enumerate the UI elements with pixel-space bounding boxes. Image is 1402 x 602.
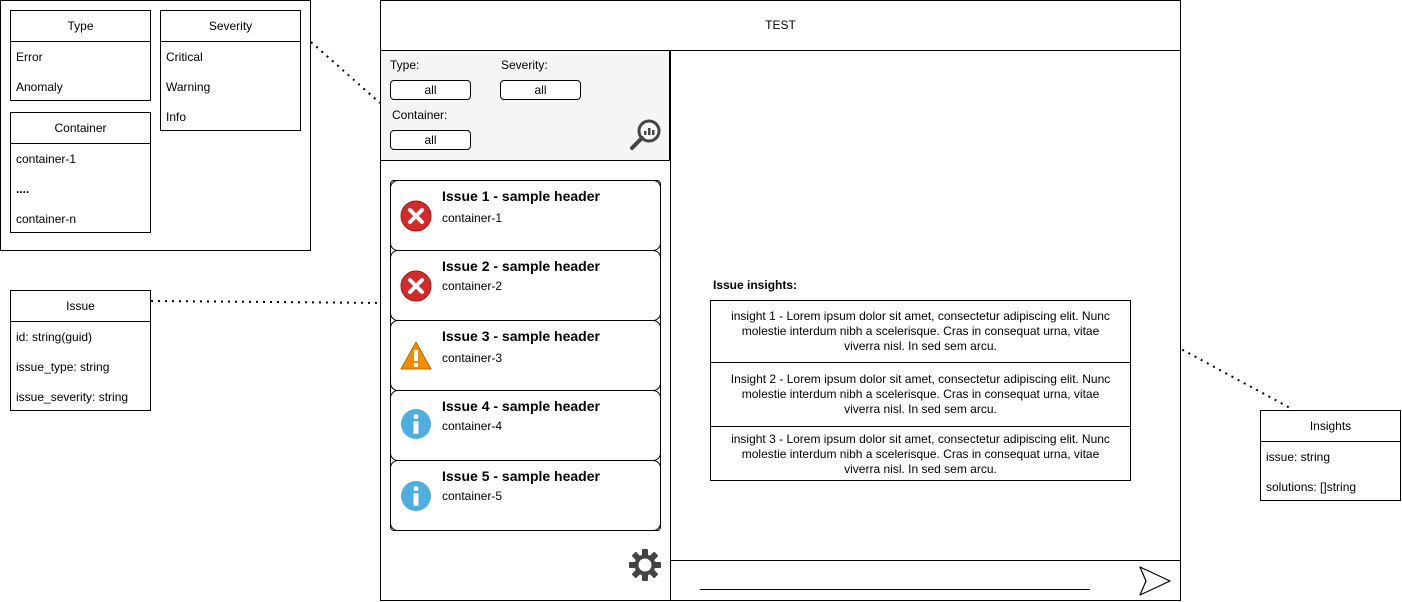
connector-filters	[310, 41, 381, 104]
insights-list: insight 1 - Lorem ipsum dolor sit amet, …	[710, 300, 1131, 481]
gear-icon[interactable]	[628, 548, 662, 582]
search-icon[interactable]	[628, 118, 662, 152]
issue-card[interactable]: Issue 1 - sample header container-1	[390, 180, 661, 251]
issue-title: Issue 2 - sample header	[442, 258, 600, 274]
connector-issue	[150, 300, 391, 304]
issue-card[interactable]: Issue 5 - sample header container-5	[390, 460, 661, 531]
insight-item: insight 3 - Lorem ipsum dolor sit amet, …	[731, 432, 1110, 476]
issue-container: container-5	[442, 489, 503, 503]
container-filter-label: Container:	[392, 108, 448, 122]
type-filter-select[interactable]: all	[390, 80, 471, 100]
chat-bar	[671, 560, 1181, 561]
issue-card[interactable]: Issue 4 - sample header container-4	[390, 390, 661, 461]
issue-card[interactable]: Issue 2 - sample header container-2	[390, 250, 661, 321]
issue-container: container-4	[442, 419, 503, 433]
issue-card[interactable]: Issue 3 - sample header container-3	[390, 320, 661, 391]
issue-container: container-1	[442, 211, 503, 225]
app-title: TEST	[765, 18, 796, 32]
issue-title: Issue 1 - sample header	[442, 188, 600, 204]
issue-container: container-2	[442, 279, 503, 293]
send-icon[interactable]	[1138, 565, 1172, 597]
app-title-bar: TEST	[380, 0, 1181, 51]
error-icon	[400, 200, 432, 232]
severity-filter-select[interactable]: all	[500, 80, 581, 100]
issue-title: Issue 5 - sample header	[442, 468, 600, 484]
warning-icon	[400, 341, 432, 370]
issue-container: container-3	[442, 351, 503, 365]
issue-title: Issue 3 - sample header	[442, 328, 600, 344]
severity-filter-label: Severity:	[501, 58, 548, 72]
filter-panel: Type: all Severity: all Container: all	[381, 51, 670, 161]
type-filter-label: Type:	[390, 58, 420, 72]
container-filter-select[interactable]: all	[390, 130, 471, 150]
issue-title: Issue 4 - sample header	[442, 398, 600, 414]
column-divider	[670, 51, 671, 601]
info-icon	[401, 409, 431, 439]
error-icon	[400, 270, 432, 302]
insight-item: Insight 2 - Lorem ipsum dolor sit amet, …	[711, 363, 1130, 427]
info-icon	[401, 481, 431, 511]
insights-heading: Issue insights:	[713, 278, 798, 292]
insight-item: insight 1 - Lorem ipsum dolor sit amet, …	[711, 301, 1130, 363]
message-input[interactable]	[700, 574, 1090, 590]
